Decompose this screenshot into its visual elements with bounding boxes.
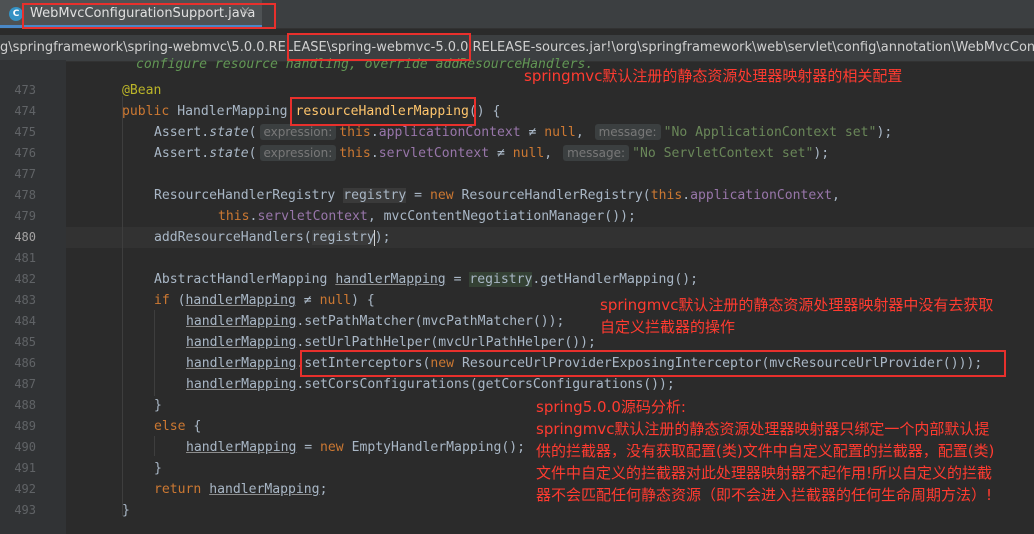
note-mid-2: 自定义拦截器的操作 bbox=[600, 318, 736, 336]
line-number: 493 bbox=[14, 503, 36, 517]
line-number: 487 bbox=[14, 377, 36, 391]
line-number: 484 bbox=[14, 314, 36, 328]
line-number: 489 bbox=[14, 419, 36, 433]
note-bottom-4: 文件中自定义的拦截器对此处理器映射器不起作用!所以自定义的拦截 bbox=[536, 464, 993, 482]
code-line-483: if (handlerMapping ≠ null) { bbox=[154, 293, 375, 308]
code-line-475: Assert.state(expression: this.application… bbox=[154, 124, 893, 140]
line-number: 476 bbox=[14, 146, 36, 160]
indent-guide bbox=[154, 436, 155, 456]
line-number: 477 bbox=[14, 167, 36, 181]
line-number: 490 bbox=[14, 440, 36, 454]
breadcrumb-path[interactable]: g\springframework\spring-webmvc\5.0.0.RE… bbox=[0, 40, 1034, 55]
highlight-box-tab bbox=[22, 3, 276, 29]
line-number: 474 bbox=[14, 104, 36, 118]
indent-guide bbox=[154, 310, 155, 396]
line-number: 483 bbox=[14, 293, 36, 307]
highlight-box-jar bbox=[287, 33, 471, 61]
line-number: 479 bbox=[14, 209, 36, 223]
note-bottom-1: spring5.0.0源码分析: bbox=[536, 398, 686, 416]
code-line-484: handlerMapping.setPathMatcher(mvcPathMat… bbox=[186, 314, 565, 329]
breadcrumb-prefix: g\springframework\spring-webmvc\5.0.0.RE… bbox=[0, 40, 332, 55]
code-line-480: addResourceHandlers(registry); bbox=[154, 230, 391, 245]
line-number: 491 bbox=[14, 461, 36, 475]
highlight-box-method bbox=[290, 97, 476, 126]
line-number: 485 bbox=[14, 335, 36, 349]
indent-guide bbox=[122, 96, 123, 516]
breadcrumb-suffix: -sources.jar!\org\springframework\web\se… bbox=[530, 40, 1034, 55]
line-number: 486 bbox=[14, 356, 36, 370]
line-number: 480 bbox=[14, 230, 36, 244]
line-number: 478 bbox=[14, 188, 36, 202]
code-line-487: handlerMapping.setCorsConfigurations(get… bbox=[186, 377, 675, 392]
java-class-icon: C bbox=[9, 7, 23, 21]
param-hint-expression: expression: bbox=[259, 145, 337, 161]
line-number: 481 bbox=[14, 251, 36, 265]
line-number: 482 bbox=[14, 272, 36, 286]
line-number: 488 bbox=[14, 398, 36, 412]
code-line-489: else { bbox=[154, 419, 202, 434]
code-line-488: } bbox=[154, 398, 162, 413]
param-hint-expression: expression: bbox=[259, 124, 337, 140]
code-line-482: AbstractHandlerMapping handlerMapping = … bbox=[154, 272, 698, 287]
note-bottom-2: springmvc默认注册的静态资源处理器映射器只绑定一个内部默认提 bbox=[536, 420, 990, 438]
line-number-gutter[interactable]: 473 474 475 476 477 478 479 480 481 482 483 484 485 4… bbox=[0, 60, 66, 534]
note-mid-1: springmvc默认注册的静态资源处理器映射器中没有去获取 bbox=[600, 296, 994, 314]
code-line-490: handlerMapping = new EmptyHandlerMapping… bbox=[186, 440, 526, 455]
code-line-476: Assert.state(expression: this.servletCont… bbox=[154, 145, 830, 161]
code-line-473: @Bean bbox=[122, 80, 161, 101]
code-line-491: } bbox=[154, 461, 162, 476]
line-number: 475 bbox=[14, 125, 36, 139]
param-hint-message: message: bbox=[563, 145, 630, 161]
code-line-493: } bbox=[122, 503, 130, 518]
note-bottom-5: 器不会匹配任何静态资源（即不会进入拦截器的任何生命周期方法）! bbox=[536, 486, 993, 504]
message-string-1: "No ApplicationContext set" bbox=[663, 125, 877, 140]
line-number: 492 bbox=[14, 482, 36, 496]
text-cursor bbox=[374, 230, 375, 246]
note-top: springmvc默认注册的静态资源处理器映射器的相关配置 bbox=[524, 67, 903, 85]
code-line-492: return handlerMapping; bbox=[154, 482, 328, 497]
message-string-2: "No ServletContext set" bbox=[632, 146, 814, 161]
highlight-box-set-interceptors bbox=[300, 350, 1006, 377]
line-number: 473 bbox=[14, 83, 36, 97]
note-bottom-3: 供的拦截器，没有获取配置(类)文件中自定义配置的拦截器，配置(类) bbox=[536, 442, 995, 460]
bean-annotation: @Bean bbox=[122, 83, 162, 98]
code-line-479: this.servletContext, mvcContentNegotiati… bbox=[218, 209, 636, 224]
code-line-478: ResourceHandlerRegistry registry = new R… bbox=[154, 188, 840, 203]
param-hint-message: message: bbox=[594, 124, 661, 140]
